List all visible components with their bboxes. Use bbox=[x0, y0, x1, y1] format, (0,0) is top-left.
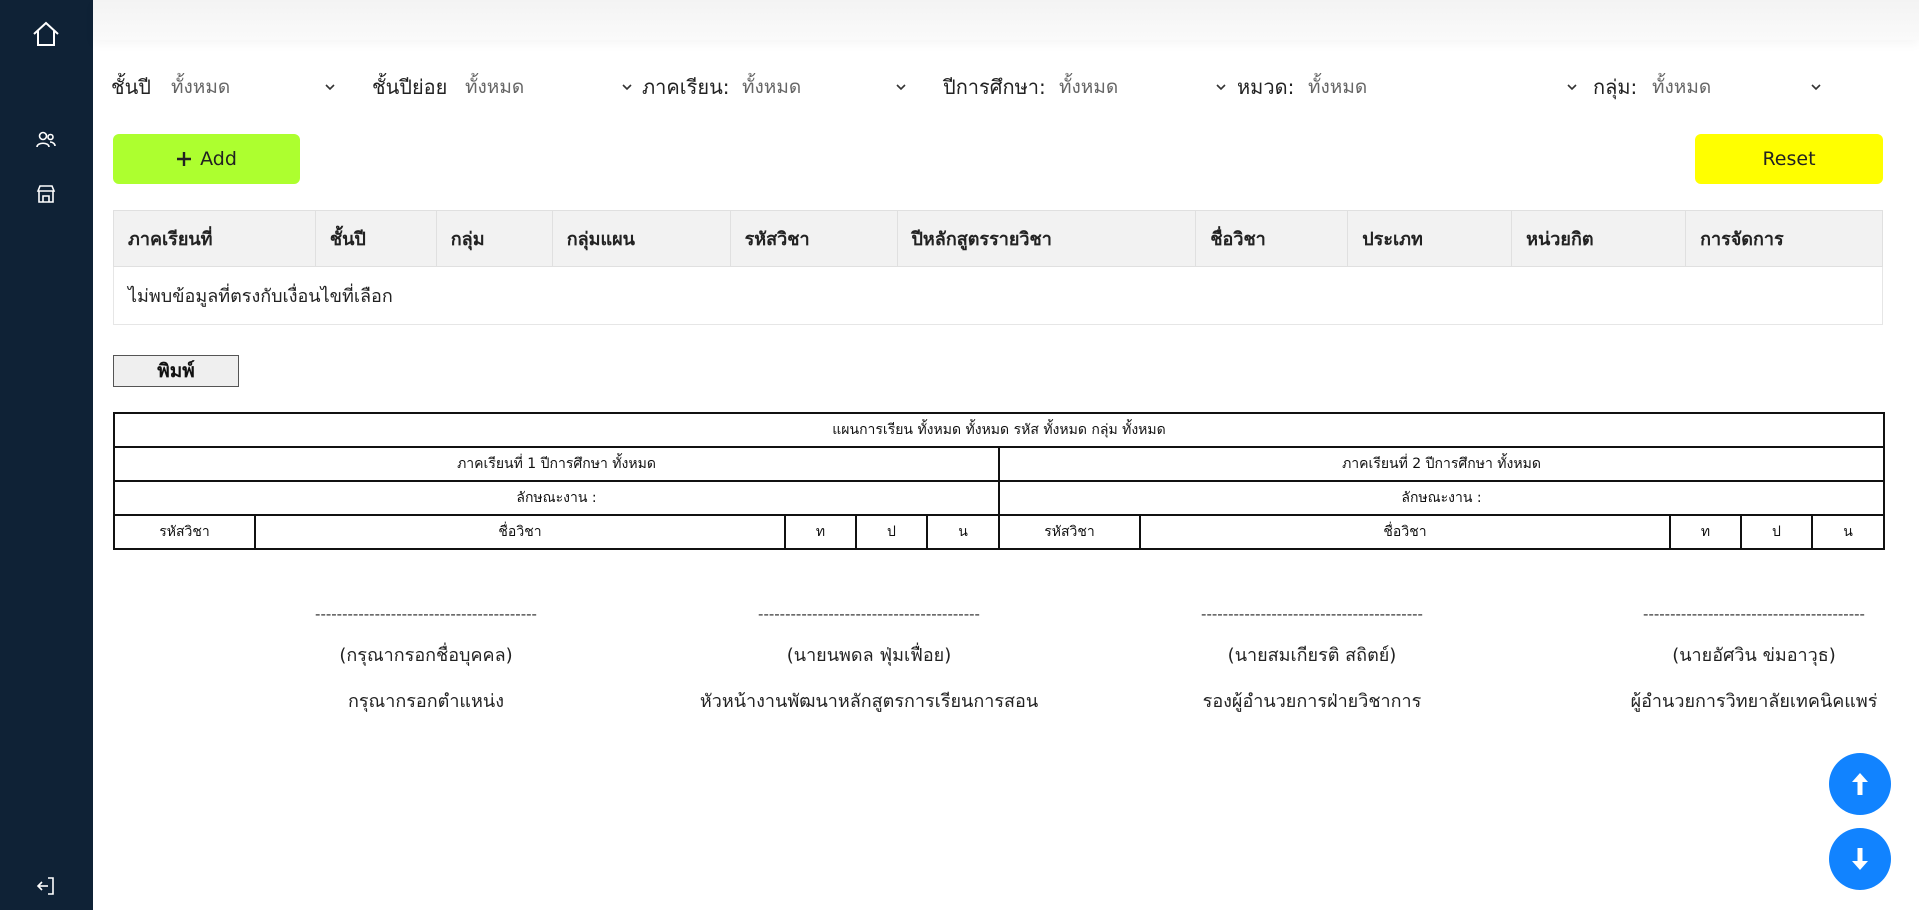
print-col-t: ท bbox=[1669, 514, 1742, 550]
filter-select-academic-year[interactable]: ทั้งหมด bbox=[1059, 70, 1227, 104]
filter-select-subyear[interactable]: ทั้งหมด bbox=[465, 70, 633, 104]
reset-button[interactable]: Reset bbox=[1695, 134, 1883, 184]
print-character-term1: ลักษณะงาน : bbox=[113, 480, 1000, 516]
signature-name: (นายนพดล ฟุ่มเฟื่อย) bbox=[786, 645, 952, 666]
print-title: แผนการเรียน ทั้งหมด ทั้งหมด รหัส ทั้งหมด… bbox=[113, 412, 1885, 448]
table-header-row: ภาคเรียนที่ ชั้นปี กลุ่ม กลุ่มแผน รหัสวิ… bbox=[113, 210, 1883, 267]
col-header-type[interactable]: ประเภท bbox=[1347, 210, 1513, 267]
col-header-year[interactable]: ชั้นปี bbox=[314, 210, 437, 267]
print-plan-table: แผนการเรียน ทั้งหมด ทั้งหมด รหัส ทั้งหมด… bbox=[113, 412, 1885, 550]
users-icon[interactable] bbox=[28, 122, 64, 158]
filter-value-year: ทั้งหมด bbox=[171, 76, 231, 98]
print-term2: ภาคเรียนที่ 2 ปีการศึกษา ทั้งหมด bbox=[998, 446, 1885, 482]
print-col-name: ชื่อวิชา bbox=[1139, 514, 1671, 550]
col-header-subject-code[interactable]: รหัสวิชา bbox=[729, 210, 898, 267]
chevron-down-icon bbox=[896, 84, 906, 91]
col-header-group[interactable]: กลุ่ม bbox=[435, 210, 553, 267]
signature-line: ----------------------------------------… bbox=[315, 605, 537, 623]
add-button-label: Add bbox=[200, 148, 237, 170]
print-character-term2: ลักษณะงาน : bbox=[998, 480, 1885, 516]
signature-block: ----------------------------------------… bbox=[1544, 600, 1919, 716]
signature-block: ----------------------------------------… bbox=[1102, 600, 1522, 716]
store-icon[interactable] bbox=[28, 176, 64, 212]
signature-position: ผู้อำนวยการวิทยาลัยเทคนิคแพร่ bbox=[1630, 691, 1878, 712]
col-header-credits[interactable]: หน่วยกิต bbox=[1511, 210, 1687, 267]
chevron-down-icon bbox=[325, 84, 335, 91]
print-col-t: ท bbox=[784, 514, 857, 550]
print-button[interactable]: พิมพ์ bbox=[113, 355, 239, 387]
curriculum-table: ภาคเรียนที่ ชั้นปี กลุ่ม กลุ่มแผน รหัสวิ… bbox=[113, 210, 1883, 325]
filter-label-academic-year: ปีการศึกษา: bbox=[943, 75, 1046, 99]
signature-line: ----------------------------------------… bbox=[758, 605, 980, 623]
filter-label-group: กลุ่ม: bbox=[1593, 75, 1638, 99]
add-button[interactable]: Add bbox=[113, 134, 300, 184]
filter-value-subyear: ทั้งหมด bbox=[465, 76, 525, 98]
print-col-n: น bbox=[926, 514, 1000, 550]
filter-select-year[interactable]: ทั้งหมด bbox=[171, 70, 336, 104]
signature-position: กรุณากรอกตำแหน่ง bbox=[347, 691, 504, 712]
home-icon[interactable] bbox=[28, 16, 64, 52]
print-col-code: รหัสวิชา bbox=[113, 514, 256, 550]
signature-block: ----------------------------------------… bbox=[216, 600, 636, 716]
table-row: ไม่พบข้อมูลที่ตรงกับเงื่อนไขที่เลือก bbox=[113, 266, 1883, 325]
print-col-name: ชื่อวิชา bbox=[254, 514, 786, 550]
chevron-down-icon bbox=[622, 84, 632, 91]
chevron-down-icon bbox=[1567, 84, 1577, 91]
print-col-p: ป bbox=[1740, 514, 1813, 550]
signature-line: ----------------------------------------… bbox=[1201, 605, 1423, 623]
col-header-actions[interactable]: การจัดการ bbox=[1685, 210, 1883, 267]
signature-name: (นายสมเกียรติ สถิตย์) bbox=[1227, 645, 1397, 666]
print-col-n: น bbox=[1811, 514, 1885, 550]
print-col-code: รหัสวิชา bbox=[998, 514, 1141, 550]
scroll-up-button[interactable] bbox=[1829, 753, 1891, 815]
filter-label-year: ชั้นปี bbox=[111, 75, 151, 99]
print-col-p: ป bbox=[855, 514, 928, 550]
signature-name: (นายอัศวิน ข่มอาวุธ) bbox=[1672, 645, 1836, 666]
col-header-term[interactable]: ภาคเรียนที่ bbox=[113, 210, 316, 267]
filter-bar: ชั้นปี ทั้งหมด ชั้นปีย่อย ทั้งหมด ภาคเรี… bbox=[93, 70, 1919, 104]
signature-position: หัวหน้างานพัฒนาหลักสูตรการเรียนการสอน bbox=[699, 691, 1039, 712]
logout-icon[interactable] bbox=[28, 868, 64, 904]
filter-select-term[interactable]: ทั้งหมด bbox=[742, 70, 907, 104]
main-content: ชั้นปี ทั้งหมด ชั้นปีย่อย ทั้งหมด ภาคเรี… bbox=[93, 0, 1919, 910]
top-bar bbox=[93, 0, 1919, 40]
filter-label-term: ภาคเรียน: bbox=[642, 75, 730, 99]
print-term1: ภาคเรียนที่ 1 ปีการศึกษา ทั้งหมด bbox=[113, 446, 1000, 482]
chevron-down-icon bbox=[1216, 84, 1226, 91]
sidebar bbox=[0, 0, 93, 910]
empty-message: ไม่พบข้อมูลที่ตรงกับเงื่อนไขที่เลือก bbox=[113, 266, 1883, 325]
col-header-curriculum-year[interactable]: ปีหลักสูตรรายวิชา bbox=[896, 210, 1197, 267]
signature-position: รองผู้อำนวยการฝ่ายวิชาการ bbox=[1202, 691, 1422, 712]
filter-label-subyear: ชั้นปีย่อย bbox=[372, 75, 448, 99]
filter-value-category: ทั้งหมด bbox=[1308, 76, 1368, 98]
filter-label-category: หมวด: bbox=[1237, 75, 1295, 99]
filter-select-category[interactable]: ทั้งหมด bbox=[1308, 70, 1578, 104]
arrow-down-icon bbox=[1852, 848, 1868, 870]
filter-value-group: ทั้งหมด bbox=[1652, 76, 1712, 98]
filter-value-term: ทั้งหมด bbox=[742, 76, 802, 98]
plus-icon bbox=[177, 152, 192, 166]
signature-block: ----------------------------------------… bbox=[659, 600, 1079, 716]
chevron-down-icon bbox=[1811, 84, 1821, 91]
signature-section: ----------------------------------------… bbox=[93, 600, 1919, 740]
scroll-down-button[interactable] bbox=[1829, 828, 1891, 890]
arrow-up-icon bbox=[1852, 773, 1868, 795]
filter-select-group[interactable]: ทั้งหมด bbox=[1652, 70, 1822, 104]
signature-name: (กรุณากรอกชื่อบุคคล) bbox=[339, 645, 513, 666]
filter-value-academic-year: ทั้งหมด bbox=[1059, 76, 1119, 98]
col-header-subject-name[interactable]: ชื่อวิชา bbox=[1195, 210, 1349, 267]
col-header-plan-group[interactable]: กลุ่มแผน bbox=[551, 210, 731, 267]
signature-line: ----------------------------------------… bbox=[1643, 605, 1865, 623]
